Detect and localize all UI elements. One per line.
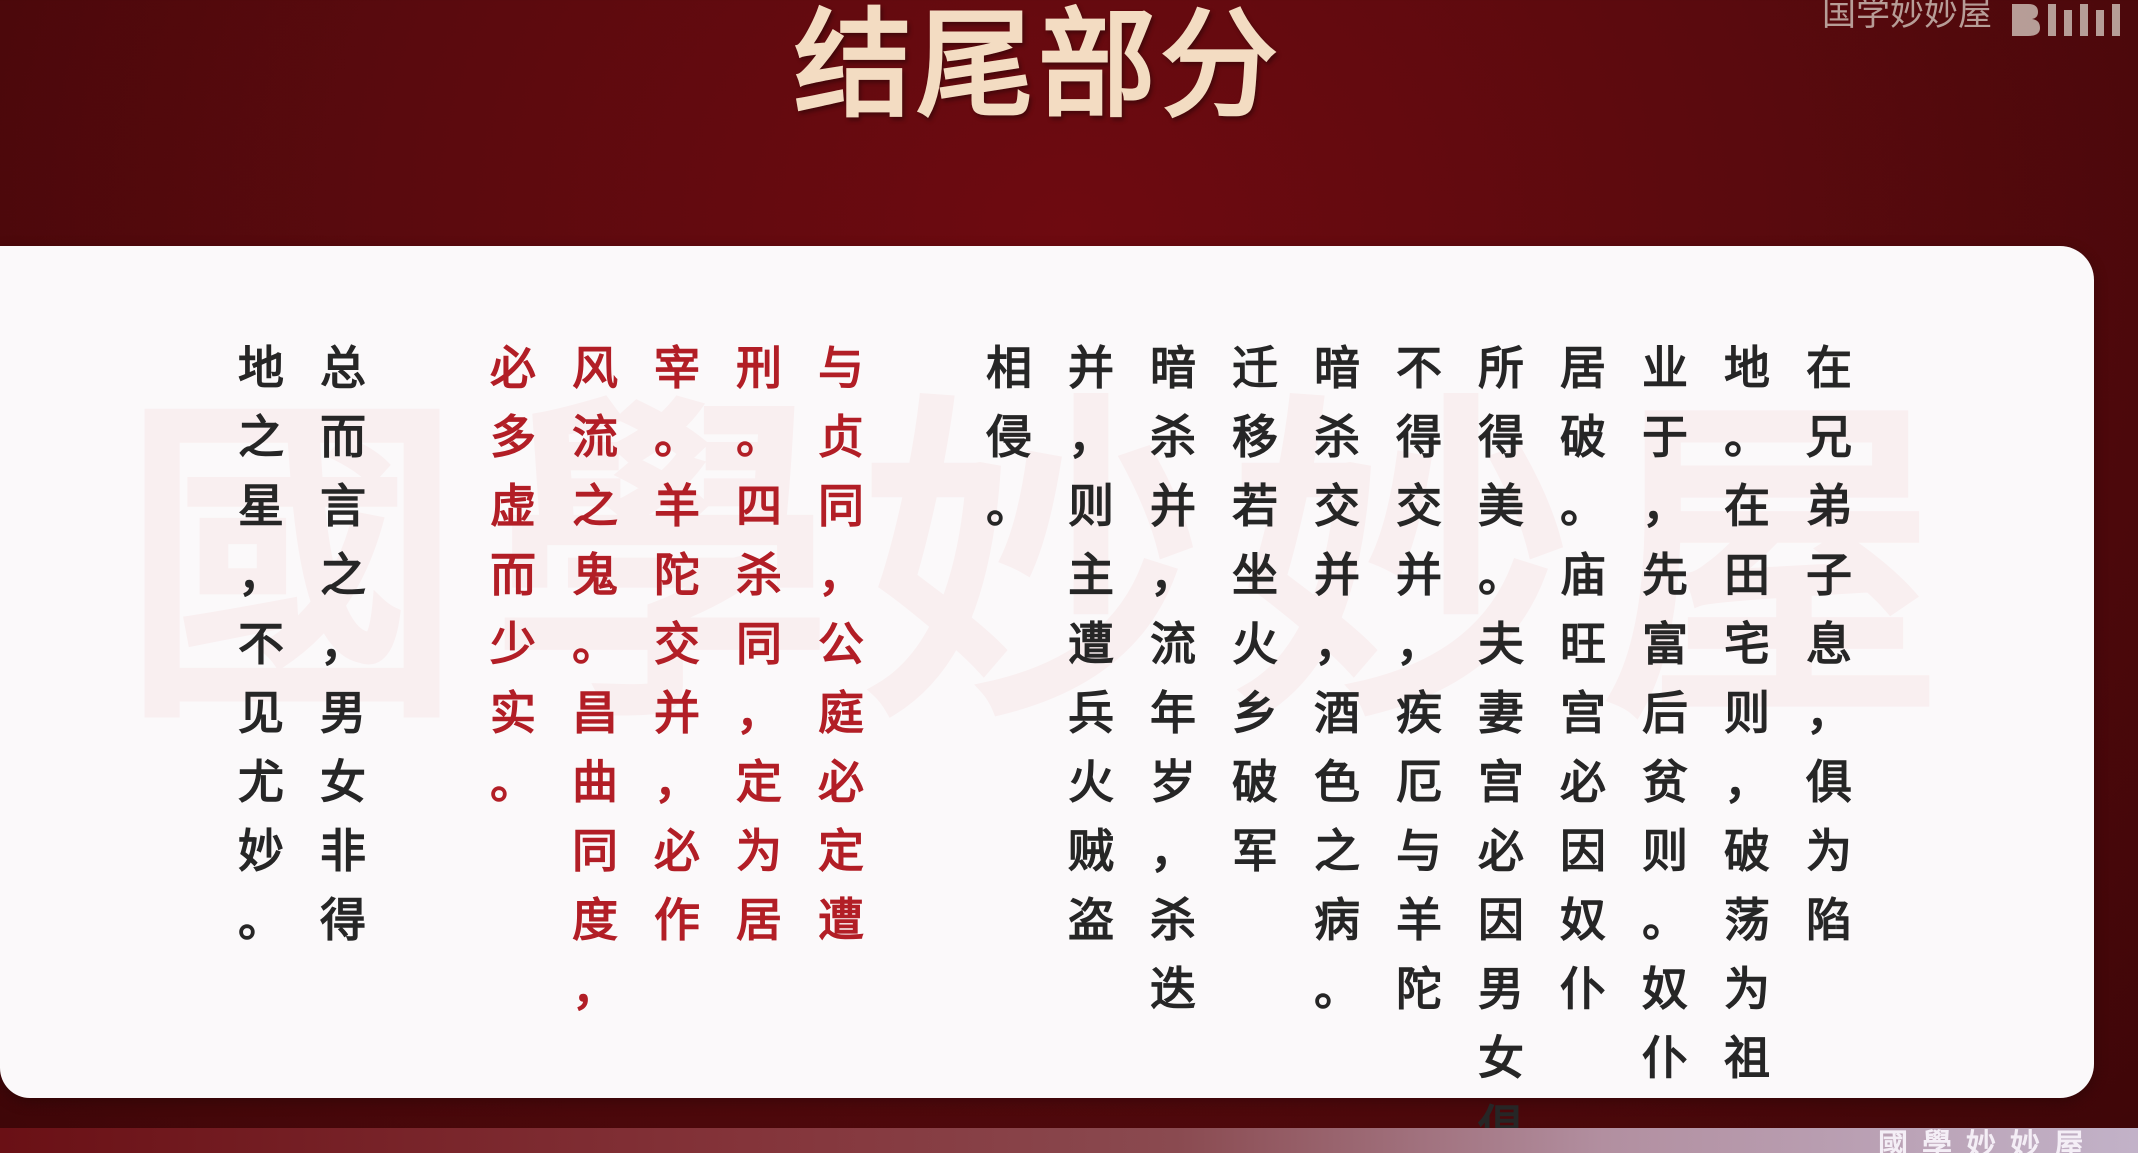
text-column: 相 侵 。 <box>986 341 1032 533</box>
text-column: 迁 移 若 坐 火 乡 破 军 <box>1232 341 1278 878</box>
text-column: 总 而 言 之 ， 男 女 非 得 <box>320 341 366 947</box>
text-column: 暗 杀 交 并 ， 酒 色 之 病 。 <box>1314 341 1360 1016</box>
text-column-red: 与 贞 同 ， 公 庭 必 定 遭 <box>818 341 864 947</box>
text-column-red: 刑 。 四 杀 同 ， 定 为 居 <box>736 341 782 947</box>
text-column: 在 兄 弟 子 息 ， 俱 为 陷 <box>1806 341 1852 947</box>
bilibili-logo-icon <box>2012 4 2120 36</box>
channel-watermark: 国学妙妙屋 <box>1822 0 2138 36</box>
text-column: 并 ， 则 主 遭 兵 火 贼 盗 <box>1068 341 1114 947</box>
text-column: 暗 杀 并 ， 流 年 岁 ， 杀 迭 <box>1150 341 1196 1016</box>
text-column: 地 之 星 ， 不 见 尤 妙 。 <box>238 341 284 947</box>
text-column: 居 破 。 庙 旺 宫 必 因 奴 仆 <box>1560 341 1606 1016</box>
channel-watermark-text: 国学妙妙屋 <box>1822 0 1992 34</box>
text-column: 地 。 在 田 宅 则 ， 破 荡 为 祖 <box>1724 341 1770 1085</box>
bottom-banner-strip <box>0 1128 2138 1153</box>
text-column-red: 必 多 虚 而 少 实 。 <box>490 341 536 809</box>
text-column: 业 于 ， 先 富 后 贫 则 。 奴 仆 <box>1642 341 1688 1085</box>
text-column: 不 得 交 并 ， 疾 厄 与 羊 陀 <box>1396 341 1442 1016</box>
text-column-red: 风 流 之 鬼 。 昌 曲 同 度 ， <box>572 341 618 1016</box>
text-column-red: 宰 。 羊 陀 交 并 ， 必 作 <box>654 341 700 947</box>
bottom-logo-text: 國學妙妙屋 <box>1878 1128 2098 1153</box>
text-column: 所 得 美 。 夫 妻 宫 必 因 男 女 俱 <box>1478 341 1524 1153</box>
slide-title: 结尾部分 <box>793 0 1282 134</box>
